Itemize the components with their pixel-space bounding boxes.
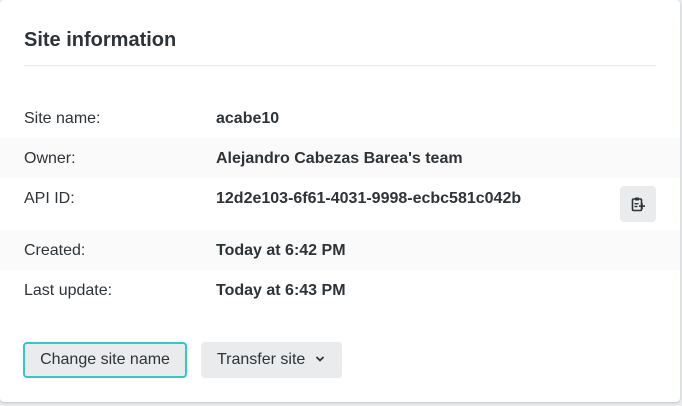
last-update-value: Today at 6:43 PM: [216, 282, 346, 299]
api-id-value: 12d2e103-6f61-4031-9998-ecbc581c042b: [216, 190, 522, 207]
last-update-label: Last update:: [24, 282, 113, 299]
info-row-last-update: Last update: Today at 6:43 PM: [0, 270, 680, 310]
created-value: Today at 6:42 PM: [216, 242, 346, 259]
chevron-down-icon: [315, 351, 325, 369]
change-site-name-label: Change site name: [40, 351, 170, 368]
info-row-api-id: API ID: 12d2e103-6f61-4031-9998-ecbc581c…: [0, 178, 680, 230]
info-row-site-name: Site name: acabe10: [0, 98, 680, 138]
title-divider: [24, 65, 656, 66]
card-title: Site information: [24, 29, 177, 51]
transfer-site-button[interactable]: Transfer site: [201, 342, 342, 378]
owner-label: Owner:: [24, 150, 76, 167]
clipboard-copy-icon: [630, 196, 646, 212]
transfer-site-label: Transfer site: [217, 351, 306, 368]
info-row-owner: Owner: Alejandro Cabezas Barea's team: [0, 138, 680, 178]
copy-api-id-button[interactable]: [620, 186, 656, 222]
owner-value: Alejandro Cabezas Barea's team: [216, 150, 463, 167]
site-name-label: Site name:: [24, 110, 101, 127]
created-label: Created:: [24, 242, 86, 259]
info-row-created: Created: Today at 6:42 PM: [0, 230, 680, 270]
change-site-name-button[interactable]: Change site name: [23, 342, 187, 378]
site-info-list: Site name: acabe10 Owner: Alejandro Cabe…: [0, 98, 680, 310]
site-name-value: acabe10: [216, 110, 280, 127]
site-information-card: Site information Site name: acabe10 Owne…: [0, 0, 680, 402]
api-id-label: API ID:: [24, 190, 75, 207]
